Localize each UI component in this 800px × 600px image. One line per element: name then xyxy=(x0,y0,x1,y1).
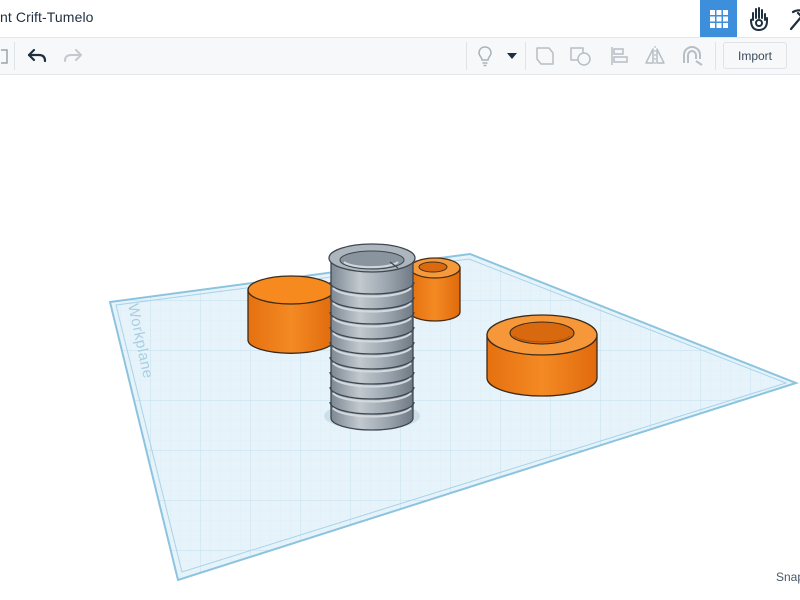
notes-dropdown-button[interactable] xyxy=(501,38,523,74)
3d-viewport[interactable]: Workplane xyxy=(0,75,800,600)
lightbulb-icon xyxy=(478,46,492,67)
edit-toolbar: Import xyxy=(0,38,800,75)
snap-grid-label[interactable]: Snap xyxy=(776,570,800,584)
blocks-hand-icon xyxy=(749,6,768,31)
align-icon xyxy=(611,47,628,65)
toolbar-divider xyxy=(715,42,716,70)
grid-icon xyxy=(709,9,728,28)
mirror-button[interactable] xyxy=(640,38,670,74)
toolbar-divider xyxy=(525,42,526,70)
paste-button[interactable] xyxy=(0,38,14,74)
toolbar-divider xyxy=(14,42,15,70)
caret-down-icon xyxy=(507,53,517,59)
undo-icon xyxy=(27,48,47,63)
import-button[interactable]: Import xyxy=(723,42,787,69)
redo-button[interactable] xyxy=(58,38,88,74)
undo-button[interactable] xyxy=(22,38,52,74)
orange-nut-back[interactable] xyxy=(409,257,461,322)
align-button[interactable] xyxy=(604,38,634,74)
3d-view-button[interactable] xyxy=(700,0,737,37)
cruise-button[interactable] xyxy=(676,38,708,74)
ungroup-icon xyxy=(570,47,591,66)
clipboard-icon xyxy=(1,49,8,64)
redo-icon xyxy=(64,49,82,62)
threaded-screw[interactable] xyxy=(328,243,416,431)
design-title[interactable]: nt Crift-Tumelo xyxy=(0,9,94,25)
top-bar: nt Crift-Tumelo xyxy=(0,0,800,38)
orange-cylinder-left[interactable] xyxy=(247,275,335,354)
ungroup-button[interactable] xyxy=(566,38,596,74)
orange-nut-front[interactable] xyxy=(486,314,598,397)
notes-button[interactable] xyxy=(472,38,498,74)
pickaxe-icon xyxy=(789,8,800,30)
group-button[interactable] xyxy=(530,38,560,74)
mirror-icon xyxy=(645,46,665,66)
bricks-view-button[interactable] xyxy=(778,0,800,37)
blocks-view-button[interactable] xyxy=(740,0,777,37)
magnet-icon xyxy=(683,45,703,66)
toolbar-divider xyxy=(466,42,467,70)
group-icon xyxy=(536,47,554,65)
